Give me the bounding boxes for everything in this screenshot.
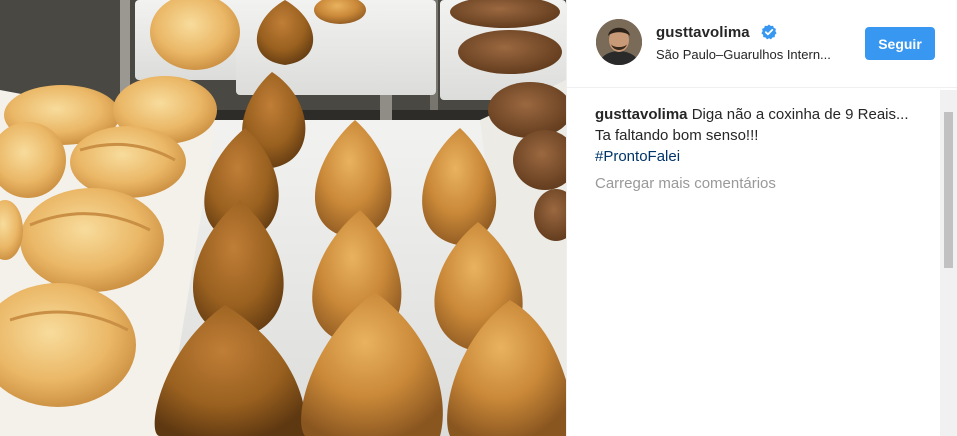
header-username[interactable]: gusttavolima xyxy=(656,24,750,41)
load-more-comments-link[interactable]: Carregar mais comentários xyxy=(595,175,925,192)
comments-scrollbar[interactable] xyxy=(940,90,957,436)
header-location[interactable]: São Paulo–Guarulhos Intern... xyxy=(656,47,831,62)
caption-hashtag-link[interactable]: #ProntoFalei xyxy=(595,146,925,167)
post-side-panel: gusttavolima São Paulo–Guarulhos Intern.… xyxy=(566,0,957,436)
food-photo-image xyxy=(0,0,566,436)
avatar[interactable] xyxy=(596,19,642,65)
comments-section: gusttavolima Diga não a coxinha de 9 Rea… xyxy=(595,104,925,192)
post-header: gusttavolima São Paulo–Guarulhos Intern.… xyxy=(567,0,957,88)
avatar-photo-icon xyxy=(596,19,642,65)
follow-button[interactable]: Seguir xyxy=(865,27,935,60)
caption-username[interactable]: gusttavolima xyxy=(595,106,688,123)
post-caption: gusttavolima Diga não a coxinha de 9 Rea… xyxy=(595,104,925,167)
post-photo[interactable] xyxy=(0,0,566,436)
verified-badge-icon xyxy=(761,24,777,40)
instagram-post: gusttavolima São Paulo–Guarulhos Intern.… xyxy=(0,0,957,436)
scrollbar-thumb[interactable] xyxy=(944,112,953,268)
